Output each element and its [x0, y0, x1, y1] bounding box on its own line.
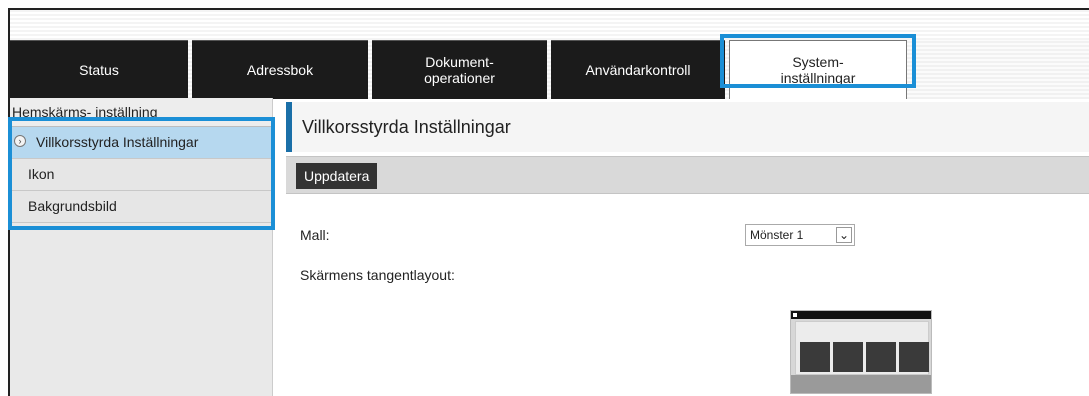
sidebar-header[interactable]: Hemskärms- inställning — [10, 98, 272, 127]
sidebar-item-label: Villkorsstyrda Inställningar — [36, 134, 199, 150]
preview-key-tile — [800, 342, 830, 372]
preview-key-tile — [866, 342, 896, 372]
tab-label-line1: Dokument- — [425, 54, 494, 70]
tab-status[interactable]: Status — [10, 40, 188, 99]
app-frame: Status Adressbok Dokument- operationer A… — [8, 8, 1089, 396]
tab-label-line2: operationer — [424, 70, 495, 86]
preview-footer — [791, 375, 931, 393]
tab-system-settings[interactable]: System- inställningar — [729, 40, 907, 99]
sidebar-item-label: Ikon — [28, 166, 55, 182]
tab-document-operations[interactable]: Dokument- operationer — [372, 40, 547, 99]
template-select-value: Mönster 1 — [750, 228, 804, 242]
sidebar-item-label: Bakgrundsbild — [28, 198, 117, 214]
tab-user-control[interactable]: Användarkontroll — [551, 40, 725, 99]
tab-label-line2: inställningar — [780, 70, 856, 86]
header-strip — [10, 10, 1089, 40]
layout-preview-image — [790, 310, 932, 394]
tab-label-line1: System- — [792, 54, 844, 70]
tab-label: Status — [79, 62, 119, 78]
sidebar-item-icon[interactable]: Ikon — [10, 159, 272, 191]
template-label: Mall: — [300, 227, 330, 243]
chevron-down-icon[interactable]: ⌄ — [836, 227, 852, 243]
sidebar-item-conditional-settings[interactable]: › Villkorsstyrda Inställningar — [10, 127, 272, 159]
chevron-right-circle-icon: › — [14, 135, 26, 147]
preview-key-tile — [899, 342, 929, 372]
action-bar: Uppdatera — [286, 156, 1089, 194]
sidebar-item-background-image[interactable]: Bakgrundsbild — [10, 191, 272, 223]
preview-body — [795, 321, 929, 375]
preview-key-tile — [833, 342, 863, 372]
tab-address-book[interactable]: Adressbok — [192, 40, 368, 99]
main-tab-bar: Status Adressbok Dokument- operationer A… — [10, 40, 1089, 99]
update-button[interactable]: Uppdatera — [296, 163, 378, 189]
tab-label: Adressbok — [246, 62, 314, 78]
preview-indicator — [793, 313, 797, 317]
tab-label: Användarkontroll — [585, 62, 691, 78]
layout-label: Skärmens tangentlayout: — [300, 267, 455, 283]
template-select[interactable]: Mönster 1 ⌄ — [745, 224, 855, 246]
main-content: Villkorsstyrda Inställningar Uppdatera M… — [286, 98, 1089, 396]
preview-status-bar — [791, 311, 931, 319]
sidebar: Hemskärms- inställning › Villkorsstyrda … — [10, 98, 273, 396]
page-title: Villkorsstyrda Inställningar — [286, 102, 1089, 152]
